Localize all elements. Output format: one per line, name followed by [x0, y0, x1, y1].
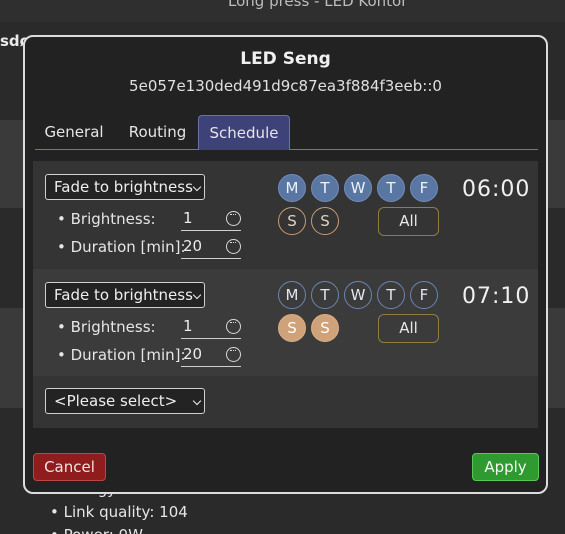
- brightness-input[interactable]: 1: [181, 315, 241, 339]
- action-select[interactable]: Fade to brightness: [45, 174, 205, 200]
- duration-value: 20: [183, 237, 203, 255]
- duration-input[interactable]: 20: [181, 343, 241, 367]
- brightness-label: • Brightness:: [57, 210, 156, 228]
- brightness-input[interactable]: 1: [181, 207, 241, 231]
- schedule-time[interactable]: 07:10: [462, 284, 530, 309]
- schedule-dialog: LED Seng 5e057e130ded491d9c87ea3f884f3ee…: [23, 35, 548, 494]
- tab-bar: General Routing Schedule: [35, 115, 538, 150]
- select-all-days-button[interactable]: All: [378, 314, 439, 343]
- schedule-entry: Fade to brightness • Brightness: 1 • Dur…: [33, 161, 538, 269]
- background-list-item: • Link quality: 104: [50, 503, 188, 521]
- chevron-down-icon: [192, 182, 202, 192]
- background-list-item: • Power: 0W: [50, 526, 143, 534]
- dial-icon[interactable]: [226, 347, 241, 362]
- day-toggle-thursday[interactable]: T: [377, 174, 405, 202]
- action-select-value: Fade to brightness: [54, 286, 193, 304]
- cancel-button[interactable]: Cancel: [33, 453, 106, 481]
- day-toggle-saturday[interactable]: S: [278, 314, 306, 342]
- tab-general[interactable]: General: [35, 115, 113, 150]
- day-toggle-sunday[interactable]: S: [311, 207, 339, 235]
- chevron-down-icon: [192, 290, 202, 300]
- dialog-title: LED Seng: [240, 49, 331, 69]
- day-toggle-monday[interactable]: M: [278, 281, 306, 309]
- brightness-value: 1: [183, 209, 193, 227]
- day-toggle-saturday[interactable]: S: [278, 207, 306, 235]
- day-toggle-sunday[interactable]: S: [311, 314, 339, 342]
- day-toggle-wednesday[interactable]: W: [344, 174, 372, 202]
- dial-icon[interactable]: [226, 319, 241, 334]
- day-toggle-tuesday[interactable]: T: [311, 174, 339, 202]
- dial-icon[interactable]: [226, 211, 241, 226]
- chevron-down-icon: [192, 396, 202, 406]
- duration-input[interactable]: 20: [181, 235, 241, 259]
- brightness-label: • Brightness:: [57, 318, 156, 336]
- brightness-value: 1: [183, 317, 193, 335]
- new-schedule-entry: <Please select>: [33, 376, 538, 428]
- schedule-list: Fade to brightness • Brightness: 1 • Dur…: [33, 161, 538, 428]
- background-header: Long press - LED Kontor: [0, 0, 565, 22]
- apply-button[interactable]: Apply: [472, 453, 539, 481]
- day-toggle-thursday[interactable]: T: [377, 281, 405, 309]
- select-all-days-button[interactable]: All: [378, 207, 439, 236]
- day-toggle-friday[interactable]: F: [410, 281, 438, 309]
- new-action-select-value: <Please select>: [54, 392, 178, 410]
- day-toggle-tuesday[interactable]: T: [311, 281, 339, 309]
- day-toggle-wednesday[interactable]: W: [344, 281, 372, 309]
- tab-schedule[interactable]: Schedule: [198, 115, 290, 150]
- schedule-entry: Fade to brightness • Brightness: 1 • Dur…: [33, 269, 538, 376]
- tab-routing[interactable]: Routing: [115, 115, 200, 150]
- new-action-select[interactable]: <Please select>: [45, 388, 205, 414]
- background-header-title: Long press - LED Kontor: [228, 0, 408, 10]
- day-toggle-friday[interactable]: F: [410, 174, 438, 202]
- schedule-time[interactable]: 06:00: [462, 177, 530, 202]
- dialog-subtitle: 5e057e130ded491d9c87ea3f884f3eeb::0: [129, 77, 442, 95]
- day-toggle-monday[interactable]: M: [278, 174, 306, 202]
- action-select-value: Fade to brightness: [54, 178, 193, 196]
- duration-label: • Duration [min]:: [57, 238, 186, 256]
- duration-value: 20: [183, 345, 203, 363]
- dial-icon[interactable]: [226, 239, 241, 254]
- duration-label: • Duration [min]:: [57, 346, 186, 364]
- action-select[interactable]: Fade to brightness: [45, 282, 205, 308]
